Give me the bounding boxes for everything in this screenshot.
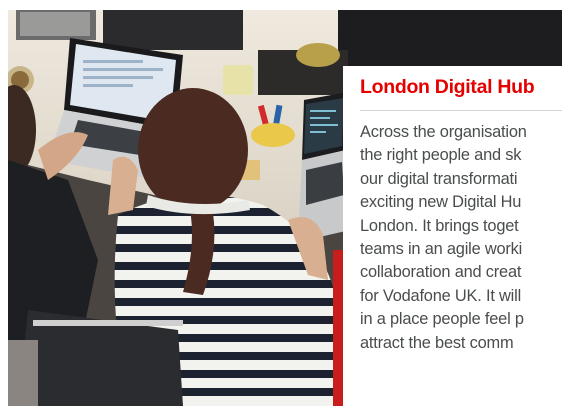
card-body-line: the right people and sk [360, 146, 522, 165]
card-body-line: our digital transformati [360, 169, 518, 188]
card-body-line: teams in an agile worki [360, 240, 523, 259]
card-body: Across the organisation the right people… [360, 121, 562, 355]
card-title: London Digital Hub [360, 76, 535, 98]
card-body-line: for Vodafone UK. It will [360, 286, 522, 305]
card-body-line: attract the best comm [360, 333, 514, 352]
card-body-line: in a place people feel p [360, 310, 524, 329]
card-body-line: London. It brings toget [360, 216, 519, 235]
card-body-line: collaboration and creat [360, 263, 522, 282]
card-body-line: exciting new Digital Hu [360, 193, 522, 212]
card-body-line: Across the organisation [360, 123, 527, 141]
info-card: London Digital Hub Across the organisati… [343, 66, 562, 406]
title-divider [360, 110, 562, 111]
